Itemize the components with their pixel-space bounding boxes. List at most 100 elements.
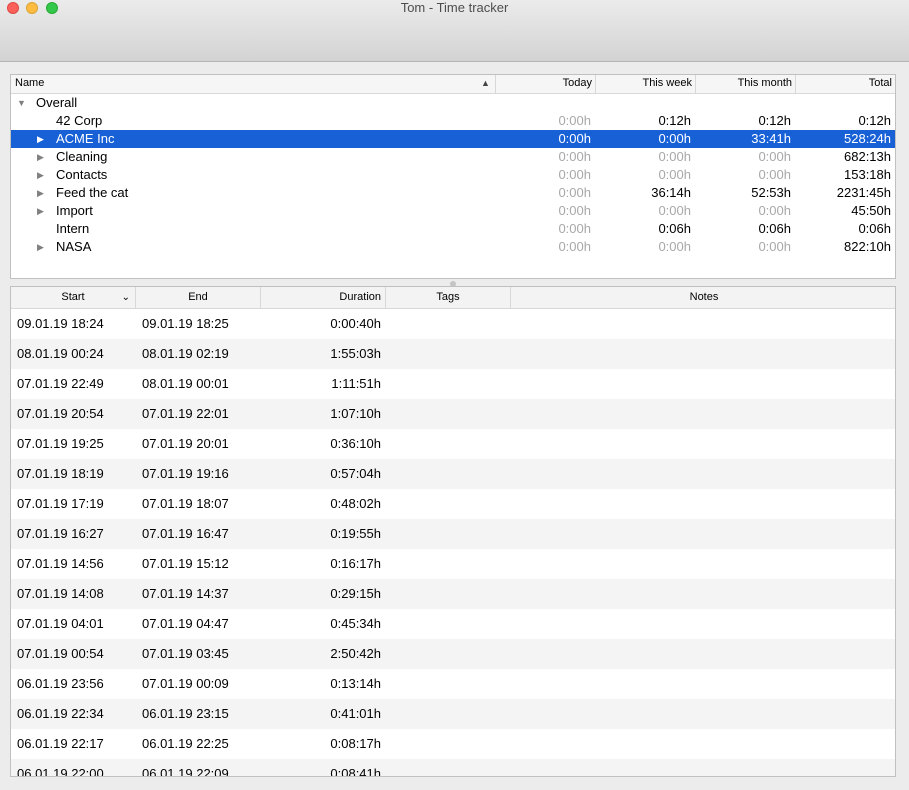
column-header-this-month[interactable]: This month <box>696 75 796 93</box>
outline-row[interactable]: ▶ Cleaning 0:00h 0:00h 0:00h 682:13h <box>11 148 895 166</box>
end-cell: 07.01.19 18:07 <box>142 496 229 511</box>
outline-row[interactable]: ▶ ACME Inc 0:00h 0:00h 33:41h 528:24h <box>11 130 895 148</box>
this-week-value: 0:00h <box>658 131 691 146</box>
start-cell: 06.01.19 22:00 <box>17 766 104 777</box>
column-header-tags[interactable]: Tags <box>386 287 511 308</box>
column-header-name[interactable]: Name ▲ <box>11 75 496 93</box>
disclosure-collapsed-icon[interactable]: ▶ <box>37 130 44 148</box>
tags-cell <box>386 459 511 489</box>
column-header-name-label: Name <box>15 77 45 89</box>
table-row[interactable]: 07.01.19 18:19 07.01.19 19:16 0:57:04h <box>11 459 895 489</box>
project-name: Cleaning <box>56 149 108 164</box>
notes-cell <box>511 459 891 489</box>
column-header-end[interactable]: End <box>136 287 261 308</box>
table-row[interactable]: 07.01.19 19:25 07.01.19 20:01 0:36:10h <box>11 429 895 459</box>
table-row[interactable]: 07.01.19 22:49 08.01.19 00:01 1:11:51h <box>11 369 895 399</box>
table-row[interactable]: 08.01.19 00:24 08.01.19 02:19 1:55:03h <box>11 339 895 369</box>
total-value: 2231:45h <box>836 185 891 200</box>
outline-row[interactable]: ▶ Contacts 0:00h 0:00h 0:00h 153:18h <box>11 166 895 184</box>
sort-ascending-icon: ▲ <box>481 78 490 88</box>
column-header-start[interactable]: Start ⌄ <box>11 287 136 308</box>
end-cell: 09.01.19 18:25 <box>142 316 229 331</box>
end-cell: 08.01.19 02:19 <box>142 346 229 361</box>
start-cell: 08.01.19 00:24 <box>17 346 104 361</box>
time-entries-table[interactable]: Start ⌄ End Duration Tags Notes 09.01.19… <box>10 286 896 777</box>
notes-cell <box>511 759 891 776</box>
column-header-start-label: Start <box>61 291 85 303</box>
table-row[interactable]: 06.01.19 22:17 06.01.19 22:25 0:08:17h <box>11 729 895 759</box>
column-header-this-week[interactable]: This week <box>596 75 696 93</box>
start-cell: 09.01.19 18:24 <box>17 316 104 331</box>
duration-cell: 1:55:03h <box>330 346 381 361</box>
notes-cell <box>511 579 891 609</box>
tags-cell <box>386 549 511 579</box>
today-value: 0:00h <box>558 149 591 164</box>
table-row[interactable]: 07.01.19 04:01 07.01.19 04:47 0:45:34h <box>11 609 895 639</box>
table-row[interactable]: 07.01.19 16:27 07.01.19 16:47 0:19:55h <box>11 519 895 549</box>
table-row[interactable]: 07.01.19 14:56 07.01.19 15:12 0:16:17h <box>11 549 895 579</box>
notes-cell <box>511 489 891 519</box>
outline-row[interactable]: ▶ NASA 0:00h 0:00h 0:00h 822:10h <box>11 238 895 256</box>
today-value: 0:00h <box>558 185 591 200</box>
duration-cell: 1:11:51h <box>331 376 381 391</box>
total-value: 45:50h <box>851 203 891 218</box>
this-month-value: 0:00h <box>758 203 791 218</box>
duration-cell: 0:00:40h <box>330 316 381 331</box>
table-row[interactable]: 09.01.19 18:24 09.01.19 18:25 0:00:40h <box>11 309 895 339</box>
table-row[interactable]: 07.01.19 14:08 07.01.19 14:37 0:29:15h <box>11 579 895 609</box>
entries-header: Start ⌄ End Duration Tags Notes <box>11 287 895 309</box>
start-cell: 07.01.19 16:27 <box>17 526 104 541</box>
duration-cell: 0:48:02h <box>330 496 381 511</box>
column-header-today[interactable]: Today <box>496 75 596 93</box>
notes-cell <box>511 669 891 699</box>
disclosure-collapsed-icon[interactable]: ▶ <box>37 166 44 184</box>
start-cell: 07.01.19 14:56 <box>17 556 104 571</box>
duration-cell: 0:16:17h <box>330 556 381 571</box>
start-cell: 06.01.19 22:17 <box>17 736 104 751</box>
this-week-value: 0:00h <box>658 239 691 254</box>
table-row[interactable]: 07.01.19 17:19 07.01.19 18:07 0:48:02h <box>11 489 895 519</box>
table-row[interactable]: 06.01.19 22:34 06.01.19 23:15 0:41:01h <box>11 699 895 729</box>
table-row[interactable]: 07.01.19 00:54 07.01.19 03:45 2:50:42h <box>11 639 895 669</box>
disclosure-collapsed-icon[interactable]: ▶ <box>37 184 44 202</box>
disclosure-collapsed-icon[interactable]: ▶ <box>37 148 44 166</box>
table-row[interactable]: 06.01.19 22:00 06.01.19 22:09 0:08:41h <box>11 759 895 777</box>
outline-row[interactable]: 42 Corp 0:00h 0:12h 0:12h 0:12h <box>11 112 895 130</box>
this-week-value: 36:14h <box>651 185 691 200</box>
outline-row[interactable]: ▶ Feed the cat 0:00h 36:14h 52:53h 2231:45h <box>11 184 895 202</box>
duration-cell: 0:41:01h <box>330 706 381 721</box>
end-cell: 07.01.19 20:01 <box>142 436 229 451</box>
column-header-total[interactable]: Total <box>796 75 895 93</box>
tags-cell <box>386 699 511 729</box>
this-month-value: 0:00h <box>758 167 791 182</box>
sort-descending-icon: ⌄ <box>121 292 130 303</box>
projects-outline[interactable]: Name ▲ Today This week This month Total … <box>10 74 896 279</box>
entries-rows: 09.01.19 18:24 09.01.19 18:25 0:00:40h 08.0… <box>11 309 895 777</box>
outline-row[interactable]: ▶ Import 0:00h 0:00h 0:00h 45:50h <box>11 202 895 220</box>
total-value: 822:10h <box>844 239 891 254</box>
start-cell: 06.01.19 23:56 <box>17 676 104 691</box>
outline-row[interactable]: ▼ Overall <box>11 94 895 112</box>
outline-row[interactable]: Intern 0:00h 0:06h 0:06h 0:06h <box>11 220 895 238</box>
start-cell: 07.01.19 18:19 <box>17 466 104 481</box>
this-month-value: 0:00h <box>758 239 791 254</box>
column-header-notes[interactable]: Notes <box>511 287 895 308</box>
disclosure-expanded-icon[interactable]: ▼ <box>17 94 26 112</box>
total-value: 0:12h <box>858 113 891 128</box>
total-value: 0:06h <box>858 221 891 236</box>
project-name: NASA <box>56 239 92 254</box>
column-header-duration[interactable]: Duration <box>261 287 386 308</box>
duration-cell: 1:07:10h <box>330 406 381 421</box>
duration-cell: 0:45:34h <box>330 616 381 631</box>
start-cell: 07.01.19 17:19 <box>17 496 104 511</box>
disclosure-collapsed-icon[interactable]: ▶ <box>37 202 44 220</box>
duration-cell: 0:08:41h <box>330 766 381 777</box>
notes-cell <box>511 519 891 549</box>
notes-cell <box>511 699 891 729</box>
table-row[interactable]: 07.01.19 20:54 07.01.19 22:01 1:07:10h <box>11 399 895 429</box>
project-name: Import <box>56 203 93 218</box>
project-name: Overall <box>36 95 78 110</box>
table-row[interactable]: 06.01.19 23:56 07.01.19 00:09 0:13:14h <box>11 669 895 699</box>
disclosure-collapsed-icon[interactable]: ▶ <box>37 238 44 256</box>
notes-cell <box>511 309 891 339</box>
